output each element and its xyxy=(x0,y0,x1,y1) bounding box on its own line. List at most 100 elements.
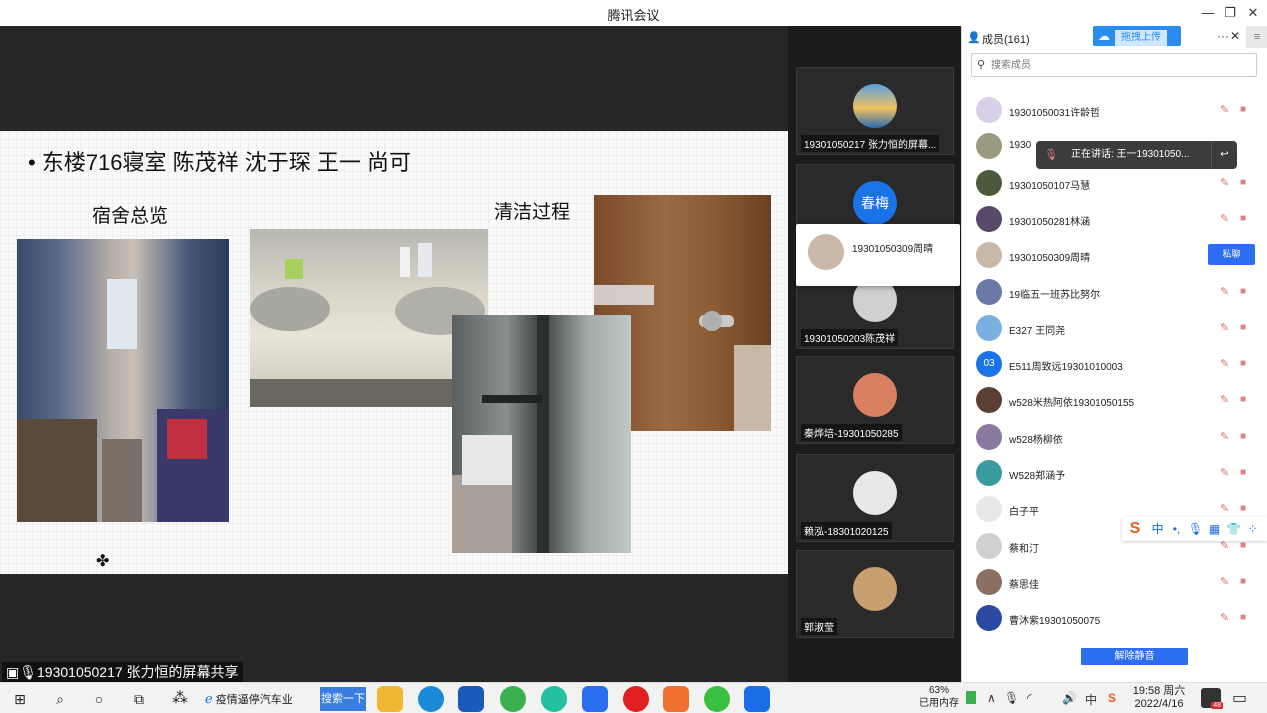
volume-icon[interactable]: 🔊 xyxy=(1062,691,1077,705)
screen-share-view[interactable]: • 东楼716寝室 陈茂祥 沈于琛 王一 尚可 宿舍总览 清洁过程 ✤ ▣🎙19… xyxy=(0,26,788,682)
sogou-logo-icon[interactable]: S xyxy=(1122,517,1148,541)
action-center-icon[interactable]: ▭ xyxy=(1232,688,1247,708)
clock[interactable]: 19:58 周六 2022/4/16 xyxy=(1130,685,1188,711)
edge-icon[interactable] xyxy=(418,686,444,712)
member-row[interactable]: 曹沐紫19301050075 ✎ ■ xyxy=(962,601,1267,637)
search-icon: ⚲ xyxy=(977,59,986,71)
speaking-indicator: 🎙 正在讲话: 王一19301050... ↩ xyxy=(1036,141,1237,169)
notification-icon[interactable]: 48 xyxy=(1201,688,1223,709)
ie-icon[interactable] xyxy=(500,686,526,712)
cortana-icon[interactable]: ○ xyxy=(89,688,109,710)
mic-muted-icon[interactable]: ✎ xyxy=(1220,575,1229,588)
file-explorer-icon[interactable] xyxy=(377,686,403,712)
ime-tray-icon[interactable]: 中 xyxy=(1085,691,1097,708)
private-chat-button[interactable]: 私聊 xyxy=(1208,244,1255,265)
video-tile[interactable]: 赖泓-18301020125 xyxy=(796,454,954,542)
toolbox-icon[interactable]: ⁘ xyxy=(1243,517,1262,541)
minimize-button[interactable]: — xyxy=(1197,4,1219,22)
camera-off-icon[interactable]: ■ xyxy=(1240,540,1246,551)
screen-share-icon: ▣ xyxy=(6,664,20,680)
camera-off-icon[interactable]: ■ xyxy=(1240,104,1246,115)
notification-count: 48 xyxy=(1211,702,1223,709)
mic-muted-icon[interactable]: ✎ xyxy=(1220,430,1229,443)
video-tile[interactable]: 郭淑莹 xyxy=(796,550,954,638)
mic-icon: 🎙 xyxy=(19,664,38,680)
search-input[interactable] xyxy=(991,57,1251,73)
tray-expand-icon[interactable]: ∧ xyxy=(987,691,996,705)
avatar xyxy=(976,460,1002,486)
member-name: E511周致远19301010003 xyxy=(1009,362,1123,373)
camera-off-icon[interactable]: ■ xyxy=(1240,431,1246,442)
close-panel-button[interactable]: ✕ xyxy=(1230,29,1240,43)
restore-button[interactable]: ❐ xyxy=(1219,4,1241,22)
unmute-all-button[interactable]: 解除静音 xyxy=(1081,648,1188,665)
camera-off-icon[interactable]: ■ xyxy=(1240,177,1246,188)
camera-off-icon[interactable]: ■ xyxy=(1240,322,1246,333)
upload-button[interactable]: ☁ 拖拽上传 xyxy=(1093,26,1181,46)
mic-muted-icon[interactable]: ✎ xyxy=(1220,502,1229,515)
member-row[interactable]: w528杨柳依 ✎ ■ xyxy=(962,420,1267,456)
ime-toolbar: S 中 •, 🎙 ▦ 👕 ⁘ xyxy=(1122,517,1267,541)
member-row[interactable]: 19301050031许龄哲 ✎ ■ xyxy=(962,93,1267,129)
camera-off-icon[interactable]: ■ xyxy=(1240,286,1246,297)
camera-off-icon[interactable]: ■ xyxy=(1240,503,1246,514)
tray-mic-icon[interactable]: 🎙 xyxy=(1004,691,1019,705)
wifi-icon[interactable]: ◜ xyxy=(1027,691,1032,705)
camera-off-icon[interactable]: ■ xyxy=(1240,576,1246,587)
news-search-button[interactable]: 搜索一下 xyxy=(320,687,366,711)
pinned-app-icon[interactable]: ⁂ xyxy=(169,688,191,710)
netease-music-icon[interactable] xyxy=(623,686,649,712)
wechat-icon[interactable] xyxy=(704,686,730,712)
camera-off-icon[interactable]: ■ xyxy=(1240,612,1246,623)
browser-360-icon[interactable] xyxy=(541,686,567,712)
punctuation-icon[interactable]: •, xyxy=(1167,517,1186,541)
skin-icon[interactable]: 👕 xyxy=(1224,517,1243,541)
sogou-tray-icon[interactable]: S xyxy=(1108,691,1116,705)
camera-off-icon[interactable]: ■ xyxy=(1240,467,1246,478)
avatar xyxy=(853,84,897,128)
mic-muted-icon[interactable]: ✎ xyxy=(1220,357,1229,370)
camera-off-icon[interactable]: ■ xyxy=(1240,358,1246,369)
mic-muted-icon[interactable]: ✎ xyxy=(1220,212,1229,225)
mic-muted-icon[interactable]: ✎ xyxy=(1220,176,1229,189)
member-row[interactable]: 蔡思佳 ✎ ■ xyxy=(962,565,1267,601)
memory-usage[interactable]: 63% 已用内存 xyxy=(918,684,960,710)
search-icon[interactable]: ⌕ xyxy=(50,688,70,710)
member-row[interactable]: 19临五一班苏比努尔 ✎ ■ xyxy=(962,275,1267,311)
member-row[interactable]: 19301050309周晴 私聊 xyxy=(962,238,1267,274)
clock-time: 19:58 周六 xyxy=(1132,685,1186,697)
mic-muted-icon[interactable]: ✎ xyxy=(1220,285,1229,298)
member-row[interactable]: 19301050281林涵 ✎ ■ xyxy=(962,202,1267,238)
member-row[interactable]: E327 王同尧 ✎ ■ xyxy=(962,311,1267,347)
menu-button[interactable]: ≡ xyxy=(1246,26,1267,48)
more-button[interactable]: ··· xyxy=(1217,29,1229,43)
meeting-app-icon[interactable] xyxy=(744,686,770,712)
member-row[interactable]: w528米热阿依19301050155 ✎ ■ xyxy=(962,383,1267,419)
close-window-button[interactable]: ✕ xyxy=(1242,4,1264,22)
video-player-icon[interactable] xyxy=(663,686,689,712)
member-row[interactable]: 03 E511周致远19301010003 ✎ ■ xyxy=(962,347,1267,383)
task-view-icon[interactable]: ⧉ xyxy=(129,688,149,710)
start-button[interactable]: ⊞ xyxy=(10,688,30,710)
member-row[interactable]: W528郑涵予 ✎ ■ xyxy=(962,456,1267,492)
ime-lang-toggle[interactable]: 中 xyxy=(1148,517,1167,541)
tencent-meeting-icon[interactable] xyxy=(582,686,608,712)
video-tile[interactable]: 秦烨培-19301050285 xyxy=(796,356,954,444)
member-row[interactable]: 19301050107马慧 ✎ ■ xyxy=(962,166,1267,202)
mic-muted-icon[interactable]: ✎ xyxy=(1220,466,1229,479)
camera-off-icon[interactable]: ■ xyxy=(1240,394,1246,405)
video-tile[interactable]: 19301050217 张力恒的屏幕... xyxy=(796,67,954,155)
mic-muted-icon[interactable]: ✎ xyxy=(1220,611,1229,624)
battery-icon[interactable] xyxy=(966,691,976,704)
camera-off-icon[interactable]: ■ xyxy=(1240,213,1246,224)
mic-muted-icon[interactable]: ✎ xyxy=(1220,321,1229,334)
voice-input-icon[interactable]: 🎙 xyxy=(1186,517,1205,541)
member-search[interactable]: ⚲ xyxy=(971,53,1257,77)
avatar xyxy=(853,471,897,515)
mail-icon[interactable] xyxy=(458,686,484,712)
news-widget[interactable]: ℯ 疫情逼停汽车业 xyxy=(205,687,313,711)
mic-muted-icon[interactable]: ✎ xyxy=(1220,393,1229,406)
keyboard-icon[interactable]: ▦ xyxy=(1205,517,1224,541)
mic-muted-icon[interactable]: ✎ xyxy=(1220,103,1229,116)
collapse-icon[interactable]: ↩ xyxy=(1211,141,1237,169)
